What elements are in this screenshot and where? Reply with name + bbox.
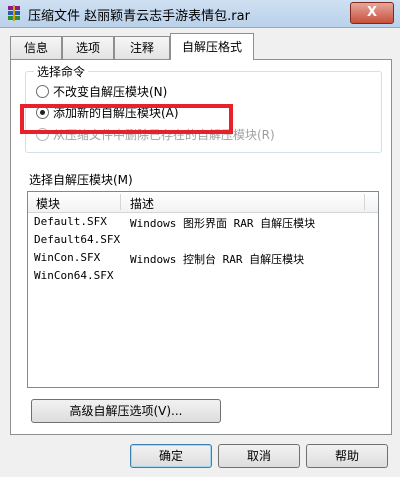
column-divider[interactable]: [120, 194, 121, 210]
cell-description: Windows 图形界面 RAR 自解压模块: [130, 217, 316, 230]
cell-description: Windows 控制台 RAR 自解压模块: [130, 253, 305, 266]
close-button[interactable]: X: [350, 2, 394, 24]
button-label: 帮助: [334, 449, 359, 463]
modules-label: 选择自解压模块(M): [29, 173, 133, 187]
help-button[interactable]: 帮助: [306, 444, 388, 468]
column-header-module[interactable]: 模块: [36, 195, 60, 212]
winrar-app-icon: [8, 5, 20, 21]
list-header: 模块 描述: [28, 192, 378, 213]
tab-label: 信息: [23, 41, 48, 55]
list-row[interactable]: Default.SFX Windows 图形界面 RAR 自解压模块: [28, 214, 378, 231]
tab-sfx-format[interactable]: 自解压格式: [170, 33, 254, 60]
radio-keep-module[interactable]: 不改变自解压模块(N): [36, 83, 167, 100]
tab-label: 选项: [75, 41, 100, 55]
sfx-module-list[interactable]: 模块 描述 Default.SFX Windows 图形界面 RAR 自解压模块…: [27, 191, 379, 388]
tab-comment[interactable]: 注释: [114, 36, 170, 59]
radio-button[interactable]: [36, 85, 49, 98]
tab-options[interactable]: 选项: [62, 36, 114, 59]
list-row[interactable]: WinCon.SFX Windows 控制台 RAR 自解压模块: [28, 250, 378, 267]
cell-module: Default.SFX: [34, 215, 107, 228]
list-row[interactable]: WinCon64.SFX: [28, 268, 378, 285]
cancel-button[interactable]: 取消: [218, 444, 300, 468]
button-label: 高级自解压选项(V)...: [69, 404, 183, 418]
tab-label: 注释: [129, 41, 154, 55]
list-row[interactable]: Default64.SFX: [28, 232, 378, 249]
command-group-title: 选择命令: [34, 63, 89, 80]
cell-module: WinCon64.SFX: [34, 269, 114, 282]
column-header-description[interactable]: 描述: [130, 195, 154, 212]
cell-module: Default64.SFX: [34, 233, 121, 246]
button-label: 确定: [158, 449, 183, 463]
red-highlight-box: [20, 104, 233, 134]
column-divider[interactable]: [364, 194, 365, 210]
radio-label: 不改变自解压模块(N): [53, 85, 168, 99]
advanced-sfx-options-button[interactable]: 高级自解压选项(V)...: [31, 399, 221, 423]
close-icon: X: [366, 5, 378, 20]
title-bar: 压缩文件 赵丽颖青云志手游表情包.rar X: [0, 0, 400, 28]
window-title: 压缩文件 赵丽颖青云志手游表情包.rar: [28, 9, 250, 24]
tab-label: 自解压格式: [181, 40, 242, 54]
ok-button[interactable]: 确定: [130, 444, 212, 468]
cell-module: WinCon.SFX: [34, 251, 101, 264]
tab-info[interactable]: 信息: [10, 36, 62, 59]
button-label: 取消: [246, 449, 271, 463]
